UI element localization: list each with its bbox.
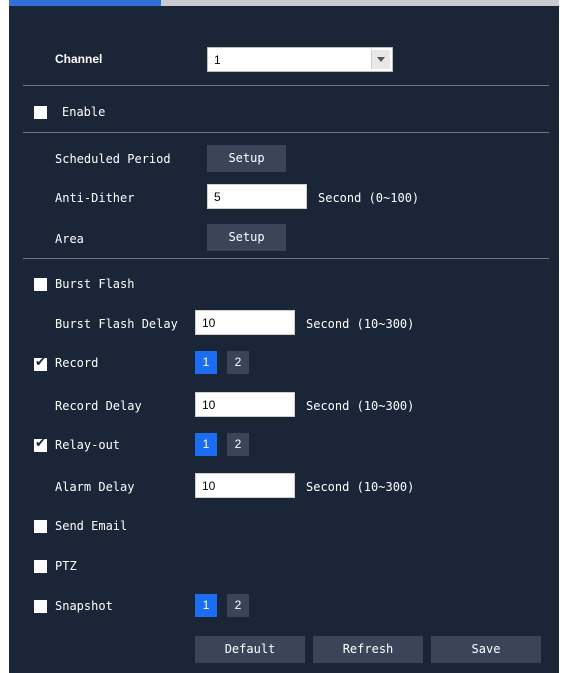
alarm-delay-unit: Second (10~300) [306,480,415,494]
ptz-label: PTZ [55,559,77,573]
record-label: Record [55,356,99,370]
save-button[interactable]: Save [431,636,541,663]
snapshot-label: Snapshot [55,599,113,613]
burst-flash-delay-label: Burst Flash Delay [55,317,178,331]
settings-panel: Channel 1 Enable Scheduled Period Setup … [9,0,559,673]
refresh-button[interactable]: Refresh [313,636,423,663]
burst-flash-label: Burst Flash [55,277,135,291]
burst-flash-delay-unit: Second (10~300) [306,317,415,331]
burst-flash-checkbox[interactable] [34,278,47,291]
check-icon: ✔ [35,355,46,370]
scheduled-period-setup-button[interactable]: Setup [207,145,286,172]
record-channel-1[interactable]: 1 [195,351,217,374]
alarm-delay-label: Alarm Delay [55,480,135,494]
relay-out-checkbox[interactable]: ✔ [34,436,47,452]
enable-checkbox[interactable] [34,106,47,119]
anti-dither-unit: Second (0~100) [318,191,420,205]
relay-out-label: Relay-out [55,438,121,452]
chevron-down-icon[interactable] [371,50,390,69]
channel-label: Channel [55,52,103,66]
tab-bar [9,0,559,6]
record-delay-input[interactable]: 10 [195,392,295,417]
channel-select[interactable]: 1 [207,47,393,72]
burst-flash-delay-input[interactable]: 10 [195,310,295,335]
snapshot-checkbox[interactable] [34,600,47,613]
divider [23,85,549,86]
scheduled-period-label: Scheduled Period [55,152,171,166]
send-email-label: Send Email [55,519,128,533]
record-channel-2[interactable]: 2 [227,351,249,374]
send-email-checkbox[interactable] [34,520,47,533]
alarm-delay-input[interactable]: 10 [195,473,295,498]
ptz-checkbox[interactable] [34,560,47,573]
check-icon: ✔ [35,436,46,451]
default-button[interactable]: Default [195,636,305,663]
tab-active-indicator[interactable] [9,0,161,6]
area-setup-button[interactable]: Setup [207,224,286,251]
record-checkbox[interactable]: ✔ [34,355,47,371]
channel-select-value: 1 [214,53,221,67]
divider [23,258,549,259]
anti-dither-input[interactable]: 5 [207,184,307,209]
area-label: Area [55,232,84,246]
divider [23,132,549,133]
snapshot-channel-1[interactable]: 1 [195,594,217,617]
enable-label: Enable [62,105,106,119]
anti-dither-label: Anti-Dither [55,191,135,205]
record-delay-label: Record Delay [55,399,142,413]
relay-out-channel-2[interactable]: 2 [227,433,249,456]
snapshot-channel-2[interactable]: 2 [227,594,249,617]
record-delay-unit: Second (10~300) [306,399,415,413]
relay-out-channel-1[interactable]: 1 [195,433,217,456]
